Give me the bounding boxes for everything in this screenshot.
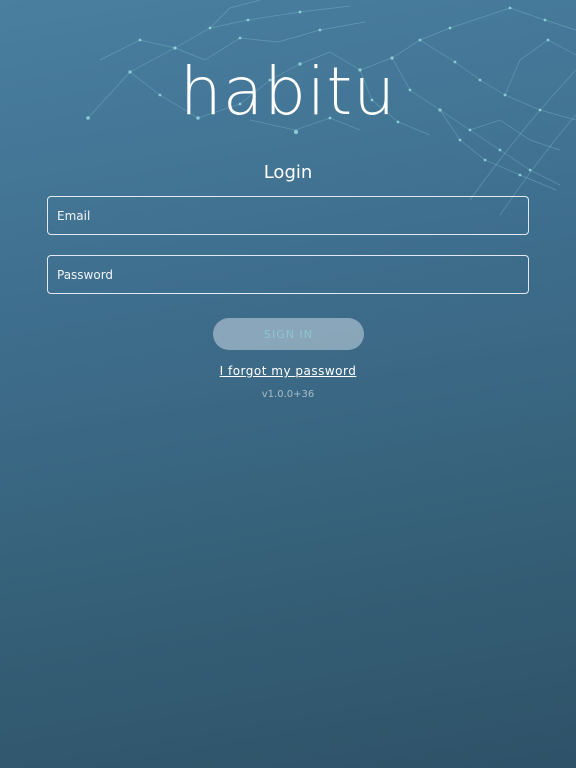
- version-label: v1.0.0+36: [261, 389, 315, 400]
- sign-in-button[interactable]: SIGN IN: [213, 318, 364, 350]
- forgot-password-link[interactable]: I forgot my password: [0, 364, 576, 378]
- habitu-logo: habitu: [179, 53, 397, 130]
- login-title: Login: [263, 162, 313, 183]
- logo-container: habitu: [0, 56, 576, 128]
- password-field[interactable]: [47, 255, 529, 294]
- email-field[interactable]: [47, 196, 529, 235]
